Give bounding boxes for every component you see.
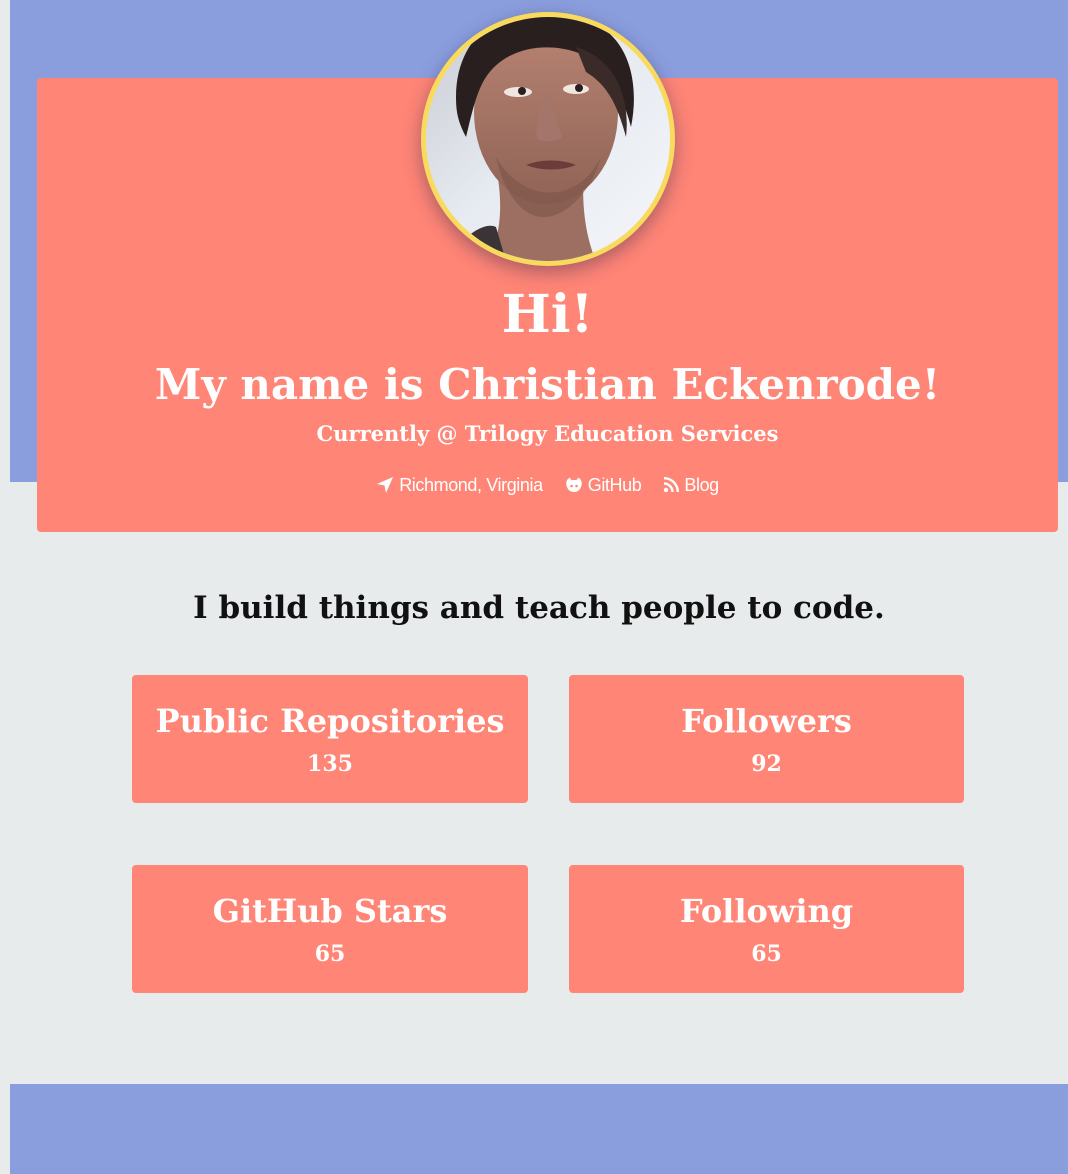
stat-title: Following [679,892,854,930]
github-link[interactable]: GitHub [565,472,642,498]
blog-link[interactable]: Blog [663,472,719,498]
location-label: Richmond, Virginia [399,475,543,495]
avatar-photo [426,17,670,261]
greeting-heading: Hi! [501,284,594,345]
profile-links: Richmond, Virginia GitHub Blog [37,472,1058,498]
job-subheading: Currently @ Trilogy Education Services [316,421,779,446]
name-heading: My name is Christian Eckenrode! [154,360,941,409]
avatar [421,12,675,266]
footer-band [10,1084,1068,1174]
left-edge-strip [0,0,10,1174]
location-arrow-icon [376,476,394,494]
stat-value: 65 [314,941,346,967]
location-link[interactable]: Richmond, Virginia [376,472,543,498]
profile-page: Hi! My name is Christian Eckenrode! Curr… [0,0,1068,1174]
stat-value: 65 [751,941,782,967]
tagline: I build things and teach people to code. [193,590,885,626]
stat-card-following: Following 65 [569,865,964,993]
stat-card-public-repositories: Public Repositories 135 [132,675,528,803]
blog-label: Blog [684,475,719,495]
stat-card-followers: Followers 92 [569,675,964,803]
stat-value: 135 [307,751,353,777]
stat-title: Followers [681,702,852,740]
github-label: GitHub [587,475,642,495]
rss-icon [663,477,680,493]
stat-title: Public Repositories [155,702,505,740]
stat-card-github-stars: GitHub Stars 65 [132,865,528,993]
github-icon [565,477,583,493]
stat-value: 92 [751,751,782,777]
stat-title: GitHub Stars [212,892,448,930]
